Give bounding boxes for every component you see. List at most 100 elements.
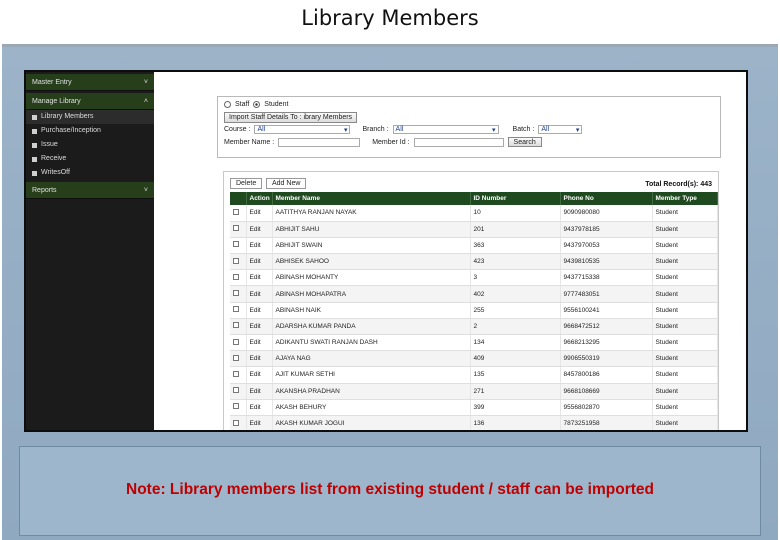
sidebar-item-purchase[interactable]: Purchase/Inception bbox=[26, 124, 154, 138]
sidebar-item-receive[interactable]: Receive bbox=[26, 152, 154, 166]
row-checkbox[interactable] bbox=[233, 273, 239, 280]
row-checkbox[interactable] bbox=[233, 306, 239, 313]
branch-select[interactable]: All ▾ bbox=[392, 125, 499, 134]
column-header: Action bbox=[246, 192, 273, 205]
row-checkbox[interactable] bbox=[233, 225, 239, 232]
edit-link[interactable]: Edit bbox=[246, 318, 273, 336]
id-number: 10 bbox=[470, 205, 561, 222]
member-name[interactable]: ABINASH NAIK bbox=[272, 302, 471, 319]
member-name[interactable]: ADARSHA KUMAR PANDA bbox=[272, 318, 471, 336]
member-name[interactable]: AJAYA NAG bbox=[272, 350, 471, 368]
note-text: Note: Library members list from existing… bbox=[126, 481, 654, 498]
member-name[interactable]: ABHISEK SAHOO bbox=[272, 253, 471, 271]
member-name[interactable]: ABINASH MOHANTY bbox=[272, 269, 471, 287]
edit-link[interactable]: Edit bbox=[246, 205, 273, 222]
member-name[interactable]: ADIKANTU SWATI RANJAN DASH bbox=[272, 334, 471, 352]
row-select-cell bbox=[230, 350, 247, 368]
member-name[interactable]: ABINASH MOHAPATRA bbox=[272, 285, 471, 303]
row-checkbox[interactable] bbox=[233, 387, 239, 394]
member-type: Student bbox=[652, 221, 718, 238]
sidebar: Master Entry ˅ Manage Library ˄ Library … bbox=[26, 72, 154, 430]
row-checkbox[interactable] bbox=[233, 322, 239, 329]
sidebar-section-reports[interactable]: Reports ˅ bbox=[26, 182, 154, 199]
delete-button[interactable]: Delete bbox=[230, 178, 263, 189]
column-header[interactable]: Member Name bbox=[272, 192, 471, 205]
chevron-down-icon: ▾ bbox=[343, 126, 348, 134]
search-button[interactable]: Search bbox=[507, 137, 542, 147]
row-checkbox[interactable] bbox=[233, 338, 239, 345]
branch-label: Branch : bbox=[362, 126, 389, 133]
member-name[interactable]: AKASH KUMAR JOGUI bbox=[272, 415, 471, 430]
row-checkbox[interactable] bbox=[233, 354, 239, 361]
course-label: Course : bbox=[224, 126, 251, 133]
edit-link[interactable]: Edit bbox=[246, 269, 273, 287]
sidebar-item-label: Library Members bbox=[41, 113, 94, 120]
member-type: Student bbox=[652, 415, 718, 430]
sidebar-item-issue[interactable]: Issue bbox=[26, 138, 154, 152]
table-row: Edit AKASH BEHURY 399 9556802870 Student bbox=[230, 399, 718, 416]
phone-number: 9906550319 bbox=[560, 350, 653, 368]
row-checkbox[interactable] bbox=[233, 290, 239, 297]
sidebar-item-writesoff[interactable]: WritesOff bbox=[26, 166, 154, 180]
member-name-label: Member Name : bbox=[224, 138, 275, 146]
edit-link[interactable]: Edit bbox=[246, 366, 273, 384]
member-name[interactable]: ABHIJIT SAHU bbox=[272, 221, 471, 238]
phone-number: 9556100241 bbox=[560, 302, 653, 319]
id-number: 409 bbox=[470, 350, 561, 368]
edit-link[interactable]: Edit bbox=[246, 285, 273, 303]
edit-link[interactable]: Edit bbox=[246, 237, 273, 255]
row-checkbox[interactable] bbox=[233, 241, 239, 248]
sidebar-section-manage-library[interactable]: Manage Library ˄ bbox=[26, 93, 154, 110]
row-select-cell bbox=[230, 318, 247, 336]
row-checkbox[interactable] bbox=[233, 419, 239, 426]
members-table-panel: Delete Add New Total Record(s): 443 Acti… bbox=[223, 171, 719, 430]
row-checkbox[interactable] bbox=[233, 257, 239, 264]
chevron-up-icon: ˄ bbox=[143, 98, 148, 105]
sidebar-item-label: Receive bbox=[41, 155, 67, 162]
course-select[interactable]: All ▾ bbox=[254, 125, 351, 134]
member-name[interactable]: AATITHYA RANJAN NAYAK bbox=[272, 205, 471, 222]
filter-panel: Staff Student Import Staff Details To : … bbox=[217, 96, 721, 158]
member-name[interactable]: AKASH BEHURY bbox=[272, 399, 471, 416]
row-select-cell bbox=[230, 253, 247, 271]
list-icon bbox=[32, 128, 37, 134]
edit-link[interactable]: Edit bbox=[246, 302, 273, 319]
edit-link[interactable]: Edit bbox=[246, 221, 273, 238]
member-type: Student bbox=[652, 253, 718, 271]
column-header[interactable]: ID Number bbox=[470, 192, 561, 205]
list-icon bbox=[32, 114, 37, 120]
edit-link[interactable]: Edit bbox=[246, 415, 273, 430]
member-id-input[interactable] bbox=[413, 137, 504, 147]
sidebar-item-library-members[interactable]: Library Members bbox=[26, 110, 154, 124]
member-type: Student bbox=[652, 350, 718, 368]
table-header-row: Action Member Name ID Number Phone No Me… bbox=[230, 192, 718, 205]
row-select-cell bbox=[230, 334, 247, 352]
id-number: 363 bbox=[470, 237, 561, 255]
student-radio[interactable] bbox=[253, 101, 261, 108]
member-name-input[interactable] bbox=[278, 137, 361, 147]
batch-select[interactable]: All ▾ bbox=[538, 125, 583, 134]
id-number: 135 bbox=[470, 366, 561, 384]
sidebar-section-master-entry[interactable]: Master Entry ˅ bbox=[26, 74, 154, 91]
phone-number: 9668213295 bbox=[560, 334, 653, 352]
row-checkbox[interactable] bbox=[233, 208, 239, 215]
chevron-down-icon: ▾ bbox=[492, 126, 496, 134]
edit-link[interactable]: Edit bbox=[246, 383, 273, 400]
import-staff-button[interactable]: Import Staff Details To : ibrary Members bbox=[224, 112, 358, 123]
staff-radio[interactable] bbox=[224, 101, 231, 108]
edit-link[interactable]: Edit bbox=[246, 334, 273, 352]
member-name[interactable]: AKANSHA PRADHAN bbox=[272, 383, 471, 400]
edit-link[interactable]: Edit bbox=[246, 350, 273, 368]
add-new-button[interactable]: Add New bbox=[266, 178, 307, 189]
row-checkbox[interactable] bbox=[233, 370, 239, 377]
column-header[interactable]: Phone No bbox=[560, 192, 653, 205]
edit-link[interactable]: Edit bbox=[246, 399, 273, 416]
edit-link[interactable]: Edit bbox=[246, 253, 273, 271]
member-name[interactable]: ABHIJIT SWAIN bbox=[272, 237, 471, 255]
column-header[interactable]: Member Type bbox=[652, 192, 718, 205]
table-row: Edit ABHIJIT SWAIN 363 9437970053 Student bbox=[230, 237, 718, 255]
member-name[interactable]: AJIT KUMAR SETHI bbox=[272, 366, 471, 384]
row-checkbox[interactable] bbox=[233, 403, 239, 410]
sidebar-section-label: Manage Library bbox=[32, 98, 81, 105]
course-value: All bbox=[257, 126, 266, 133]
